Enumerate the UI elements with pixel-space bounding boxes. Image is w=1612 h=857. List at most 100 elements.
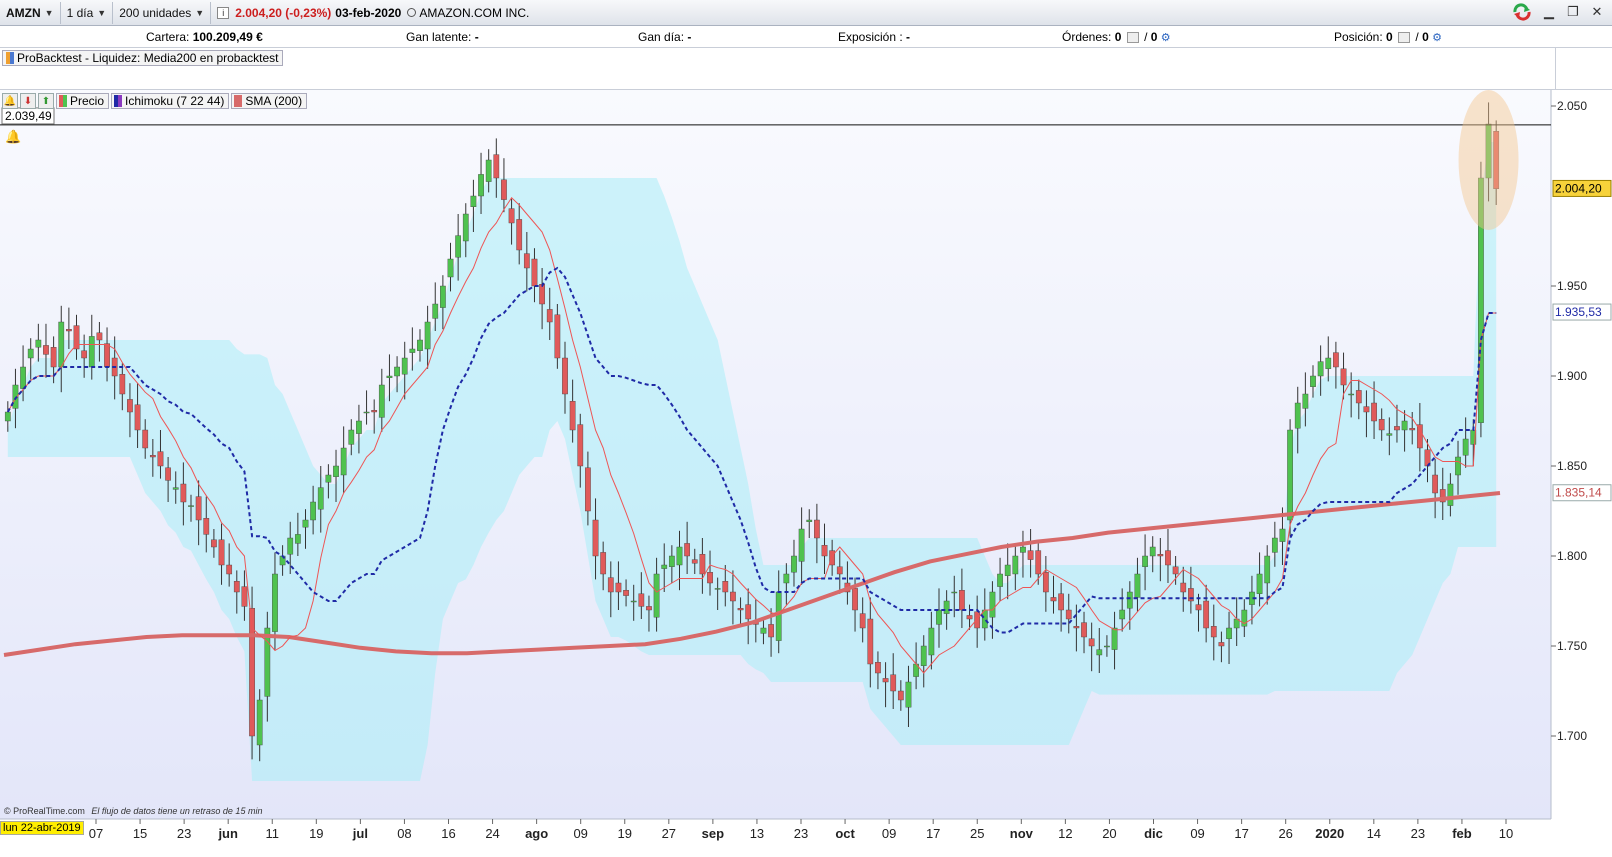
chart-canvas[interactable]: 2.039,49🔔 2.0501.9501.9001.8501.8001.750… [0,90,1612,857]
positions-list-icon[interactable] [1398,32,1411,44]
candle-up [1111,627,1118,650]
ordenes-value-b: 0 [1150,30,1158,44]
axis-divider [1555,48,1556,90]
candle-down [684,543,690,557]
orders-list-icon[interactable] [1126,32,1139,44]
candle-down [134,404,141,431]
candle-up [325,474,332,483]
candle-down [233,581,240,593]
candle-up [989,591,996,618]
sell-arrow-icon[interactable]: ⬇ [20,93,36,109]
ordenes-value-a: 0 [1114,30,1122,44]
candle-up [35,339,42,348]
candle-down [1081,622,1087,638]
candle-down [821,545,828,557]
probacktest-label[interactable]: ProBacktest - Liquidez: Media200 en prob… [2,50,284,66]
candle-down [1088,638,1095,647]
candle-up [58,321,65,368]
candle-up [1455,456,1461,476]
candle-up [943,600,950,614]
candle-up [1302,393,1309,409]
candle-down [1165,550,1171,566]
candle-up [936,609,942,625]
units-selector[interactable]: 200 unidades ▼ [113,1,212,24]
candle-down [592,519,599,557]
candle-up [775,591,782,641]
legend-price[interactable]: Precio [56,93,110,109]
candle-down [646,606,652,611]
candle-up [462,213,469,242]
candle-down [1394,426,1400,431]
candle-up [478,174,484,197]
candle-down [226,564,233,575]
candle-up [340,447,347,476]
x-tick-label: 2020 [1315,826,1344,841]
legend-sma[interactable]: SMA (200) [231,93,308,109]
x-tick-label: jun [217,826,238,841]
candle-up [661,564,668,569]
x-tick-label: 23 [794,826,808,841]
candle-up [798,528,805,562]
posicion-label: Posición: [1334,30,1383,44]
buy-arrow-icon[interactable]: ⬆ [38,93,54,109]
x-tick-label: 14 [1367,826,1381,841]
candle-down [523,253,530,269]
candle-down [699,554,706,575]
exposicion-stat: Exposición : - [838,30,910,44]
candle-down [1073,626,1080,629]
period-selector[interactable]: 1 día ▼ [61,1,114,24]
candle-down [569,401,576,431]
gear-icon[interactable]: ⚙ [1432,32,1442,44]
units-label: 200 unidades [119,5,192,20]
candle-down [241,586,248,607]
candle-down [73,325,80,350]
legend-price-label: Precio [70,94,105,108]
candle-down [1050,597,1057,602]
x-tick-label: 23 [177,826,191,841]
info-icon[interactable]: i [217,6,230,19]
alarm-icon[interactable]: 🔔 [2,93,18,109]
gan-dia-stat: Gan día: - [638,30,691,44]
candle-up [920,645,927,666]
candle-down [1172,566,1179,575]
refresh-icon[interactable] [1512,3,1532,21]
price-chart[interactable]: 🔔 ⬇ ⬆ Precio Ichimoku (7 22 44) SMA (200… [0,90,1612,857]
x-tick-label: 11 [266,826,280,841]
candle-up [363,411,370,414]
symbol-selector[interactable]: AMZN ▼ [0,1,61,24]
minimize-icon[interactable]: ▁ [1542,5,1556,19]
y-tick-label: 1.850 [1557,459,1587,473]
price-swatch-icon [59,95,67,107]
candle-down [882,678,889,683]
legend-sma-label: SMA (200) [245,94,303,108]
chevron-down-icon: ▼ [195,7,205,18]
source-label: © ProRealTime.com [4,806,85,816]
candle-down [1027,550,1034,560]
y-tick-label: 1.700 [1557,729,1587,743]
restore-icon[interactable]: ❐ [1566,5,1580,19]
gan-dia-value: - [687,30,692,44]
candle-up [1401,420,1408,431]
x-tick-label: 09 [882,826,896,841]
candle-down [157,451,164,467]
candle-down [493,154,500,179]
candle-up [1317,361,1324,377]
bell-icon[interactable]: 🔔 [5,129,21,144]
legend-ichimoku[interactable]: Ichimoku (7 22 44) [111,93,230,109]
candle-down [1340,368,1347,386]
candle-down [768,624,774,638]
candle-up [653,573,660,618]
candle-down [1416,424,1423,449]
candle-down [211,539,217,548]
x-tick-label: 26 [1278,826,1292,841]
posicion-value-a: 0 [1386,30,1393,44]
candle-up [485,159,492,182]
last-price: 2.004,20 (-0,23%) [235,5,332,20]
candle-up [294,534,301,544]
candle-down [50,347,57,368]
gan-latente-stat: Gan latente: - [406,30,479,44]
gear-icon[interactable]: ⚙ [1161,32,1171,44]
candle-up [997,573,1003,587]
candle-up [27,348,34,359]
close-icon[interactable]: ✕ [1590,5,1604,19]
